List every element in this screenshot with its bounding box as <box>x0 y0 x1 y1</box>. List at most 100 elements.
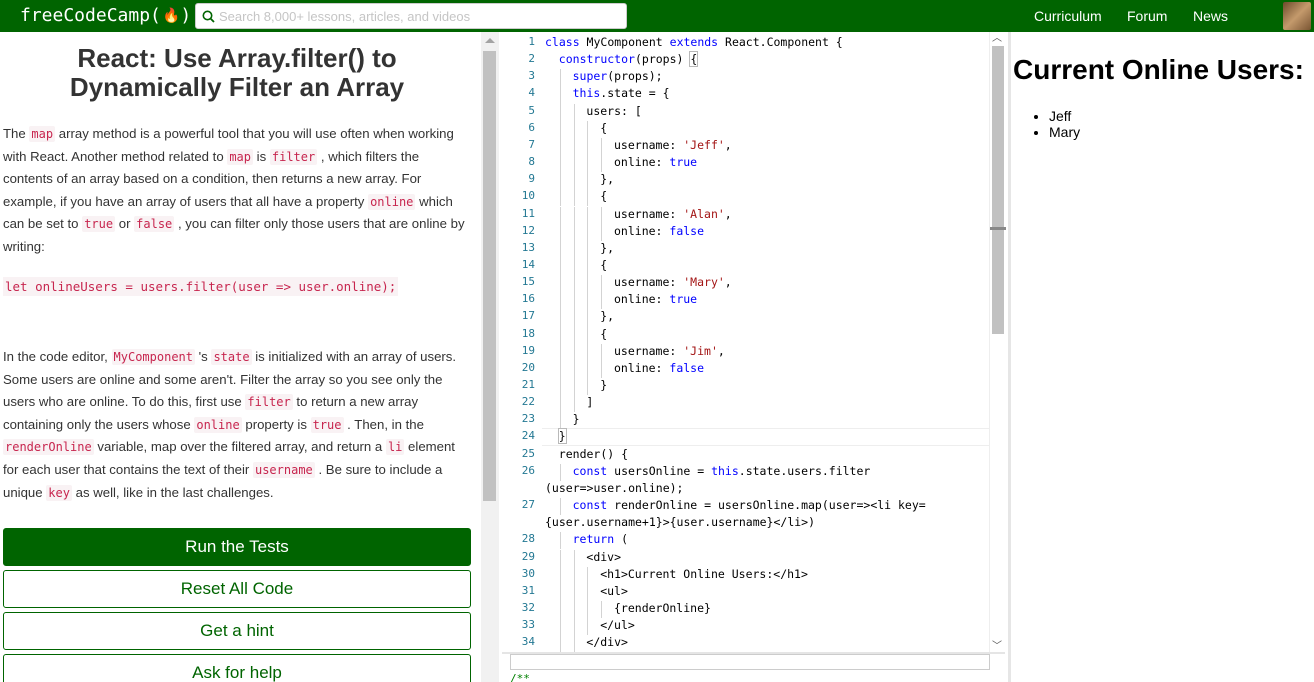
code-line[interactable]: } <box>557 428 567 445</box>
indent-guide <box>573 549 575 567</box>
nav-link-curriculum[interactable]: Curriculum <box>1034 0 1102 32</box>
code-line[interactable]: render() { <box>559 447 628 461</box>
line-number: 11 <box>521 206 535 220</box>
line-number: 17 <box>521 309 535 323</box>
editor-scrollbar[interactable] <box>989 32 1006 652</box>
inline-code: map <box>227 148 254 165</box>
string-token: 'Mary' <box>683 275 725 290</box>
indent-guide <box>573 566 575 584</box>
code-line[interactable]: { <box>600 258 607 272</box>
code-line[interactable]: <div> <box>586 550 621 564</box>
user-avatar[interactable] <box>1283 2 1311 30</box>
indent-guide <box>587 309 589 327</box>
scroll-up-arrow-icon[interactable] <box>485 38 495 43</box>
code-line[interactable]: <ul> <box>600 584 628 598</box>
code-line[interactable]: return ( <box>573 532 628 546</box>
paragraph-text: In the code editor, <box>3 349 112 364</box>
code-line[interactable]: online: true <box>614 155 697 169</box>
freecodecamp-logo[interactable]: freeCodeCamp(🔥) <box>20 4 191 28</box>
code-token: ] <box>586 395 594 410</box>
code-line[interactable]: </div> <box>586 635 628 649</box>
code-line[interactable]: online: false <box>614 224 704 238</box>
inline-code: key <box>46 484 72 501</box>
editor-scrollbar-thumb[interactable] <box>992 46 1004 334</box>
code-line[interactable]: }, <box>600 309 614 323</box>
keyword-token: const <box>572 463 608 478</box>
code-token: online: <box>614 155 670 170</box>
code-line[interactable]: username: 'Alan', <box>614 207 732 221</box>
console-input[interactable] <box>510 654 990 670</box>
code-line[interactable]: username: 'Jeff', <box>614 138 732 152</box>
code-line[interactable]: constructor(props) { <box>559 51 699 68</box>
indent-guide <box>587 326 589 344</box>
indent-guide <box>559 189 561 207</box>
code-line[interactable]: {user.username+1}>{user.username}</li>) <box>545 515 815 529</box>
code-token: users: [ <box>586 103 642 118</box>
indent-guide <box>559 240 561 258</box>
scrollbar-thumb[interactable] <box>483 51 496 501</box>
code-line[interactable]: online: false <box>614 361 704 375</box>
code-line[interactable]: (user=>user.online); <box>545 481 683 495</box>
indent-guide <box>559 583 561 601</box>
indent-guide <box>587 189 589 207</box>
nav-link-news[interactable]: News <box>1193 0 1228 32</box>
code-token: .state = { <box>600 86 670 101</box>
run-tests-button[interactable]: Run the Tests <box>3 528 471 566</box>
code-token: { <box>600 257 608 272</box>
keyword-token: extends <box>669 35 719 49</box>
indent-guide <box>601 343 603 361</box>
code-line[interactable]: { <box>600 327 607 341</box>
code-line[interactable]: {renderOnline} <box>614 601 711 615</box>
nav-link-forum[interactable]: Forum <box>1127 0 1167 32</box>
code-line[interactable]: } <box>573 412 580 426</box>
paragraph-text: property is <box>241 416 311 432</box>
code-line[interactable]: ] <box>586 395 593 409</box>
string-token: 'Alan' <box>683 206 725 221</box>
indent-guide <box>573 275 575 293</box>
matched-bracket: { <box>689 51 699 68</box>
code-line[interactable]: } <box>600 378 607 392</box>
search-input[interactable] <box>219 8 619 24</box>
list-item: Mary <box>1049 124 1080 140</box>
code-line[interactable]: username: 'Jim', <box>614 344 725 358</box>
get-hint-button[interactable]: Get a hint <box>3 612 471 650</box>
indent-guide <box>587 257 589 276</box>
code-token: } <box>600 378 608 392</box>
code-line[interactable]: super(props); <box>573 69 663 83</box>
instructions-scrollbar[interactable] <box>481 32 499 682</box>
code-token: { <box>600 120 608 135</box>
indent-guide <box>559 566 561 584</box>
code-editor[interactable]: 1 class MyComponent extends React.Compone… <box>502 32 1005 652</box>
code-line[interactable]: online: true <box>614 292 697 306</box>
code-line[interactable]: { <box>600 121 607 135</box>
code-line[interactable]: username: 'Mary', <box>614 275 732 289</box>
code-line[interactable]: users: [ <box>586 104 641 118</box>
code-token: usersOnline = <box>607 463 712 478</box>
line-number: 6 <box>528 120 535 134</box>
code-line[interactable]: class MyComponent extends React.Componen… <box>545 35 843 49</box>
keyword-token: const <box>572 498 608 513</box>
inline-code: map <box>29 126 56 142</box>
code-line[interactable]: }, <box>600 172 614 186</box>
keyword-token: true <box>669 155 698 170</box>
reset-code-button[interactable]: Reset All Code <box>3 570 471 608</box>
indent-guide <box>559 223 561 241</box>
search-icon <box>202 10 215 23</box>
indent-guide <box>587 275 589 293</box>
code-line[interactable]: const renderOnline = usersOnline.map(use… <box>573 498 926 512</box>
ask-help-button[interactable]: Ask for help <box>3 654 471 682</box>
code-line[interactable]: }, <box>600 241 614 255</box>
search-bar[interactable] <box>195 3 627 29</box>
code-line[interactable]: const usersOnline = this.state.users.fil… <box>573 464 871 478</box>
code-line[interactable]: this.state = { <box>573 86 670 100</box>
keyword-token: false <box>669 360 705 375</box>
code-line[interactable]: <h1>Current Online Users:</h1> <box>600 567 808 581</box>
chevron-up-icon[interactable]: ︿ <box>992 34 1002 44</box>
line-number: 8 <box>528 155 535 169</box>
chevron-down-icon[interactable]: ﹀ <box>992 642 1002 652</box>
code-line[interactable]: </ul> <box>600 618 635 632</box>
indent-guide <box>573 292 575 310</box>
indent-guide <box>559 463 561 481</box>
code-token: , <box>717 343 725 358</box>
code-line[interactable]: { <box>600 189 607 203</box>
